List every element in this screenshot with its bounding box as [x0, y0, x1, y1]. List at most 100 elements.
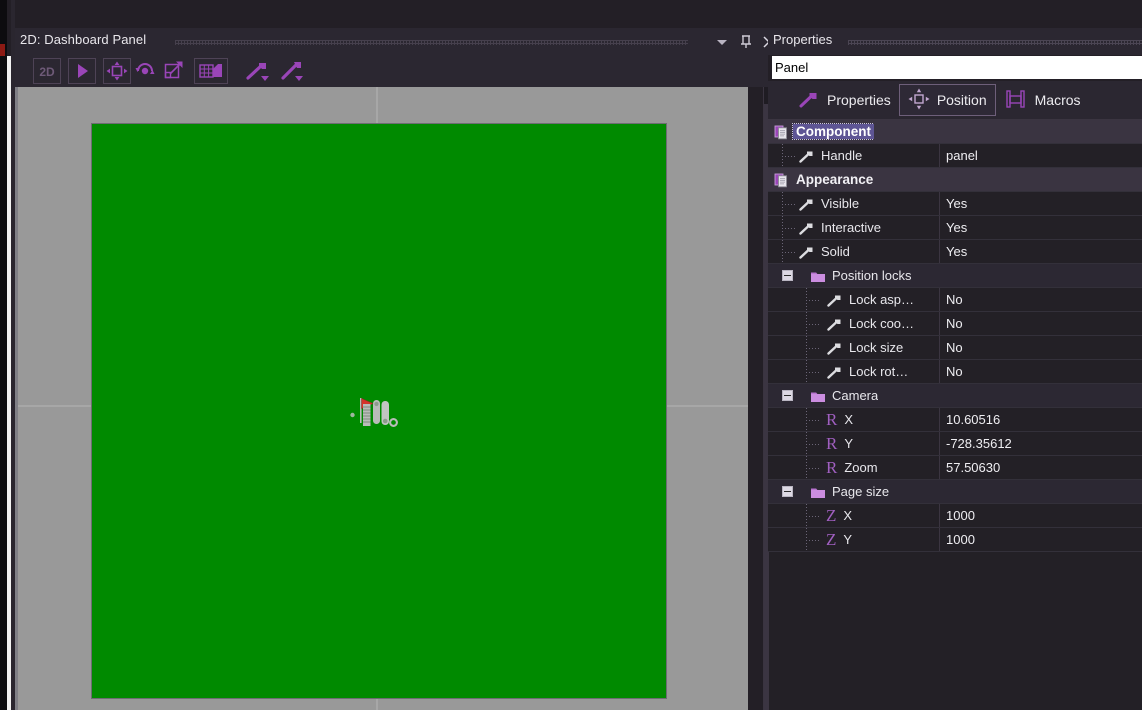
tree-line	[806, 468, 820, 469]
dashboard-toolbar: 2D	[15, 55, 768, 87]
properties-titlebar-texture	[848, 40, 1142, 45]
dashboard-panel-titlebar: 2D: Dashboard Panel	[15, 28, 775, 55]
property-row[interactable]: Z Y 1000	[768, 528, 1142, 552]
property-group-row[interactable]: Component	[768, 120, 1142, 144]
tools-dropdown-button[interactable]	[242, 58, 276, 84]
property-row[interactable]: R Y -728.35612	[768, 432, 1142, 456]
wrench-icon	[826, 317, 842, 331]
property-row[interactable]: Lock rot… No	[768, 360, 1142, 384]
tree-collapse-icon[interactable]	[782, 270, 793, 281]
property-value-cell[interactable]: No	[940, 312, 1142, 335]
property-row[interactable]: Handle panel	[768, 144, 1142, 168]
property-row[interactable]: Lock size No	[768, 336, 1142, 360]
tree-line	[806, 372, 820, 373]
integer-type-icon: Z	[826, 530, 837, 549]
tree-line	[782, 252, 796, 253]
property-value-cell[interactable]: 10.60516	[940, 408, 1142, 431]
property-name-cell: Page size	[768, 480, 889, 503]
property-name-cell: Position locks	[768, 264, 911, 287]
tree-collapse-icon[interactable]	[782, 390, 793, 401]
property-row[interactable]: R Zoom 57.50630	[768, 456, 1142, 480]
move-square-icon	[908, 88, 930, 113]
property-value-cell[interactable]: No	[940, 360, 1142, 383]
integer-type-icon: Z	[826, 506, 837, 525]
property-name-cell: Camera	[768, 384, 878, 407]
wrench-icon	[798, 245, 814, 259]
property-value-cell[interactable]: Yes	[940, 216, 1142, 239]
green-panel-object[interactable]	[92, 124, 666, 698]
property-name-cell: Appearance	[768, 168, 876, 191]
select-tool-button[interactable]	[68, 58, 96, 84]
property-value-cell[interactable]: No	[940, 288, 1142, 311]
scale-tool-button[interactable]	[159, 58, 187, 84]
property-group-row[interactable]: Appearance	[768, 168, 1142, 192]
tree-line	[782, 204, 796, 205]
tab-properties[interactable]: Properties	[790, 84, 899, 116]
object-name-input[interactable]	[772, 56, 1142, 79]
mode-2d-button[interactable]: 2D	[33, 58, 61, 84]
property-label: Handle	[821, 148, 863, 163]
property-group-row[interactable]: Position locks	[768, 264, 1142, 288]
pin-icon[interactable]	[737, 33, 755, 51]
tab-properties-label: Properties	[827, 92, 891, 108]
wrench-icon	[798, 90, 820, 111]
property-name-cell: Interactive	[768, 216, 940, 239]
property-name-cell: ZY	[768, 528, 940, 551]
rotate-tool-button[interactable]	[131, 58, 159, 84]
property-row[interactable]: Visible Yes	[768, 192, 1142, 216]
property-group-row[interactable]: Page size	[768, 480, 1142, 504]
chevron-down-icon[interactable]	[713, 33, 731, 51]
properties-dock: Properties Properties	[768, 28, 1142, 710]
property-row[interactable]: Interactive Yes	[768, 216, 1142, 240]
window-left-edge	[0, 0, 7, 710]
wrench-icon	[798, 149, 814, 163]
property-name-cell: Lock asp…	[768, 288, 940, 311]
property-value-cell[interactable]: 1000	[940, 504, 1142, 527]
documents-icon	[774, 173, 789, 187]
move-tool-button[interactable]	[103, 58, 131, 84]
property-name-cell: RY	[768, 432, 940, 455]
property-value-cell[interactable]: 1000	[940, 528, 1142, 551]
real-type-icon: R	[826, 410, 838, 429]
property-row[interactable]: Lock asp… No	[768, 288, 1142, 312]
property-label: Lock asp…	[849, 292, 915, 307]
tree-line	[806, 348, 820, 349]
sprite-cluster[interactable]	[350, 394, 402, 432]
property-label: X	[843, 508, 853, 523]
property-name-cell: Lock coo…	[768, 312, 940, 335]
tree-line	[806, 324, 820, 325]
property-value-cell[interactable]: -728.35612	[940, 432, 1142, 455]
property-label: Lock coo…	[849, 316, 915, 331]
property-label: Y	[843, 532, 853, 547]
svg-text:2D: 2D	[39, 65, 55, 79]
property-subgroup-label: Position locks	[832, 268, 912, 283]
property-row[interactable]: Z X 1000	[768, 504, 1142, 528]
property-value-cell[interactable]: Yes	[940, 240, 1142, 263]
property-label: X	[844, 412, 854, 427]
property-value-cell[interactable]: No	[940, 336, 1142, 359]
tab-position[interactable]: Position	[898, 84, 996, 116]
property-name-cell: Lock rot…	[768, 360, 940, 383]
real-type-icon: R	[826, 434, 838, 453]
paint-dropdown-button[interactable]	[276, 58, 310, 84]
properties-grid-empty-area	[768, 552, 1142, 710]
left-edge-red-marker	[0, 44, 5, 56]
property-row[interactable]: Solid Yes	[768, 240, 1142, 264]
property-subgroup-label: Page size	[832, 484, 890, 499]
tab-macros[interactable]: Macros	[996, 84, 1089, 116]
titlebar-texture	[175, 40, 688, 45]
property-group-row[interactable]: Camera	[768, 384, 1142, 408]
property-value-cell[interactable]: 57.50630	[940, 456, 1142, 479]
grid-tool-button[interactable]	[194, 58, 228, 84]
tree-collapse-icon[interactable]	[782, 486, 793, 497]
wrench-icon	[826, 341, 842, 355]
property-value-cell[interactable]: panel	[940, 144, 1142, 167]
canvas-inner	[18, 87, 748, 710]
dashboard-canvas-viewport[interactable]	[15, 87, 748, 710]
properties-grid[interactable]: Component Handle panel Appearance Visible Yes…	[768, 119, 1142, 710]
property-row[interactable]: R X 10.60516	[768, 408, 1142, 432]
property-value-cell[interactable]: Yes	[940, 192, 1142, 215]
property-row[interactable]: Lock coo… No	[768, 312, 1142, 336]
property-label: Zoom	[844, 460, 878, 475]
property-group-label: Appearance	[796, 172, 874, 187]
